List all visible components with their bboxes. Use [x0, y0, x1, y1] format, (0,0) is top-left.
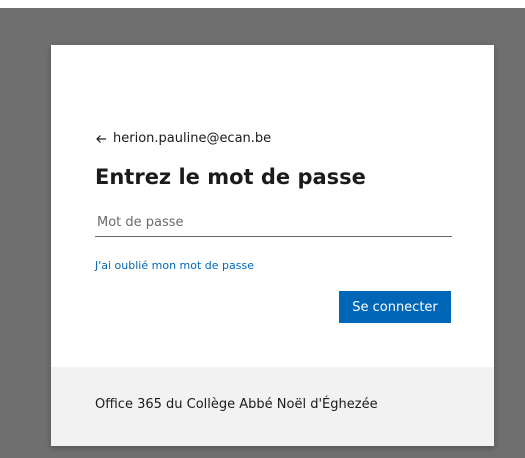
back-to-account-button[interactable]: herion.pauline@ecan.be: [95, 131, 271, 146]
organization-name: Office 365 du Collège Abbé Noël d'Éghezé…: [95, 397, 378, 412]
page-top-edge: [0, 0, 525, 8]
card-footer: Office 365 du Collège Abbé Noël d'Éghezé…: [51, 367, 494, 446]
account-email: herion.pauline@ecan.be: [113, 131, 272, 146]
password-input[interactable]: [95, 208, 452, 237]
forgot-password-link[interactable]: J'ai oublié mon mot de passe: [95, 259, 254, 272]
login-form: herion.pauline@ecan.be Entrez le mot de …: [51, 45, 494, 367]
login-card: herion.pauline@ecan.be Entrez le mot de …: [51, 45, 494, 446]
page-title: Entrez le mot de passe: [95, 165, 366, 189]
signin-button[interactable]: Se connecter: [339, 291, 451, 323]
arrow-left-icon: [96, 134, 106, 143]
